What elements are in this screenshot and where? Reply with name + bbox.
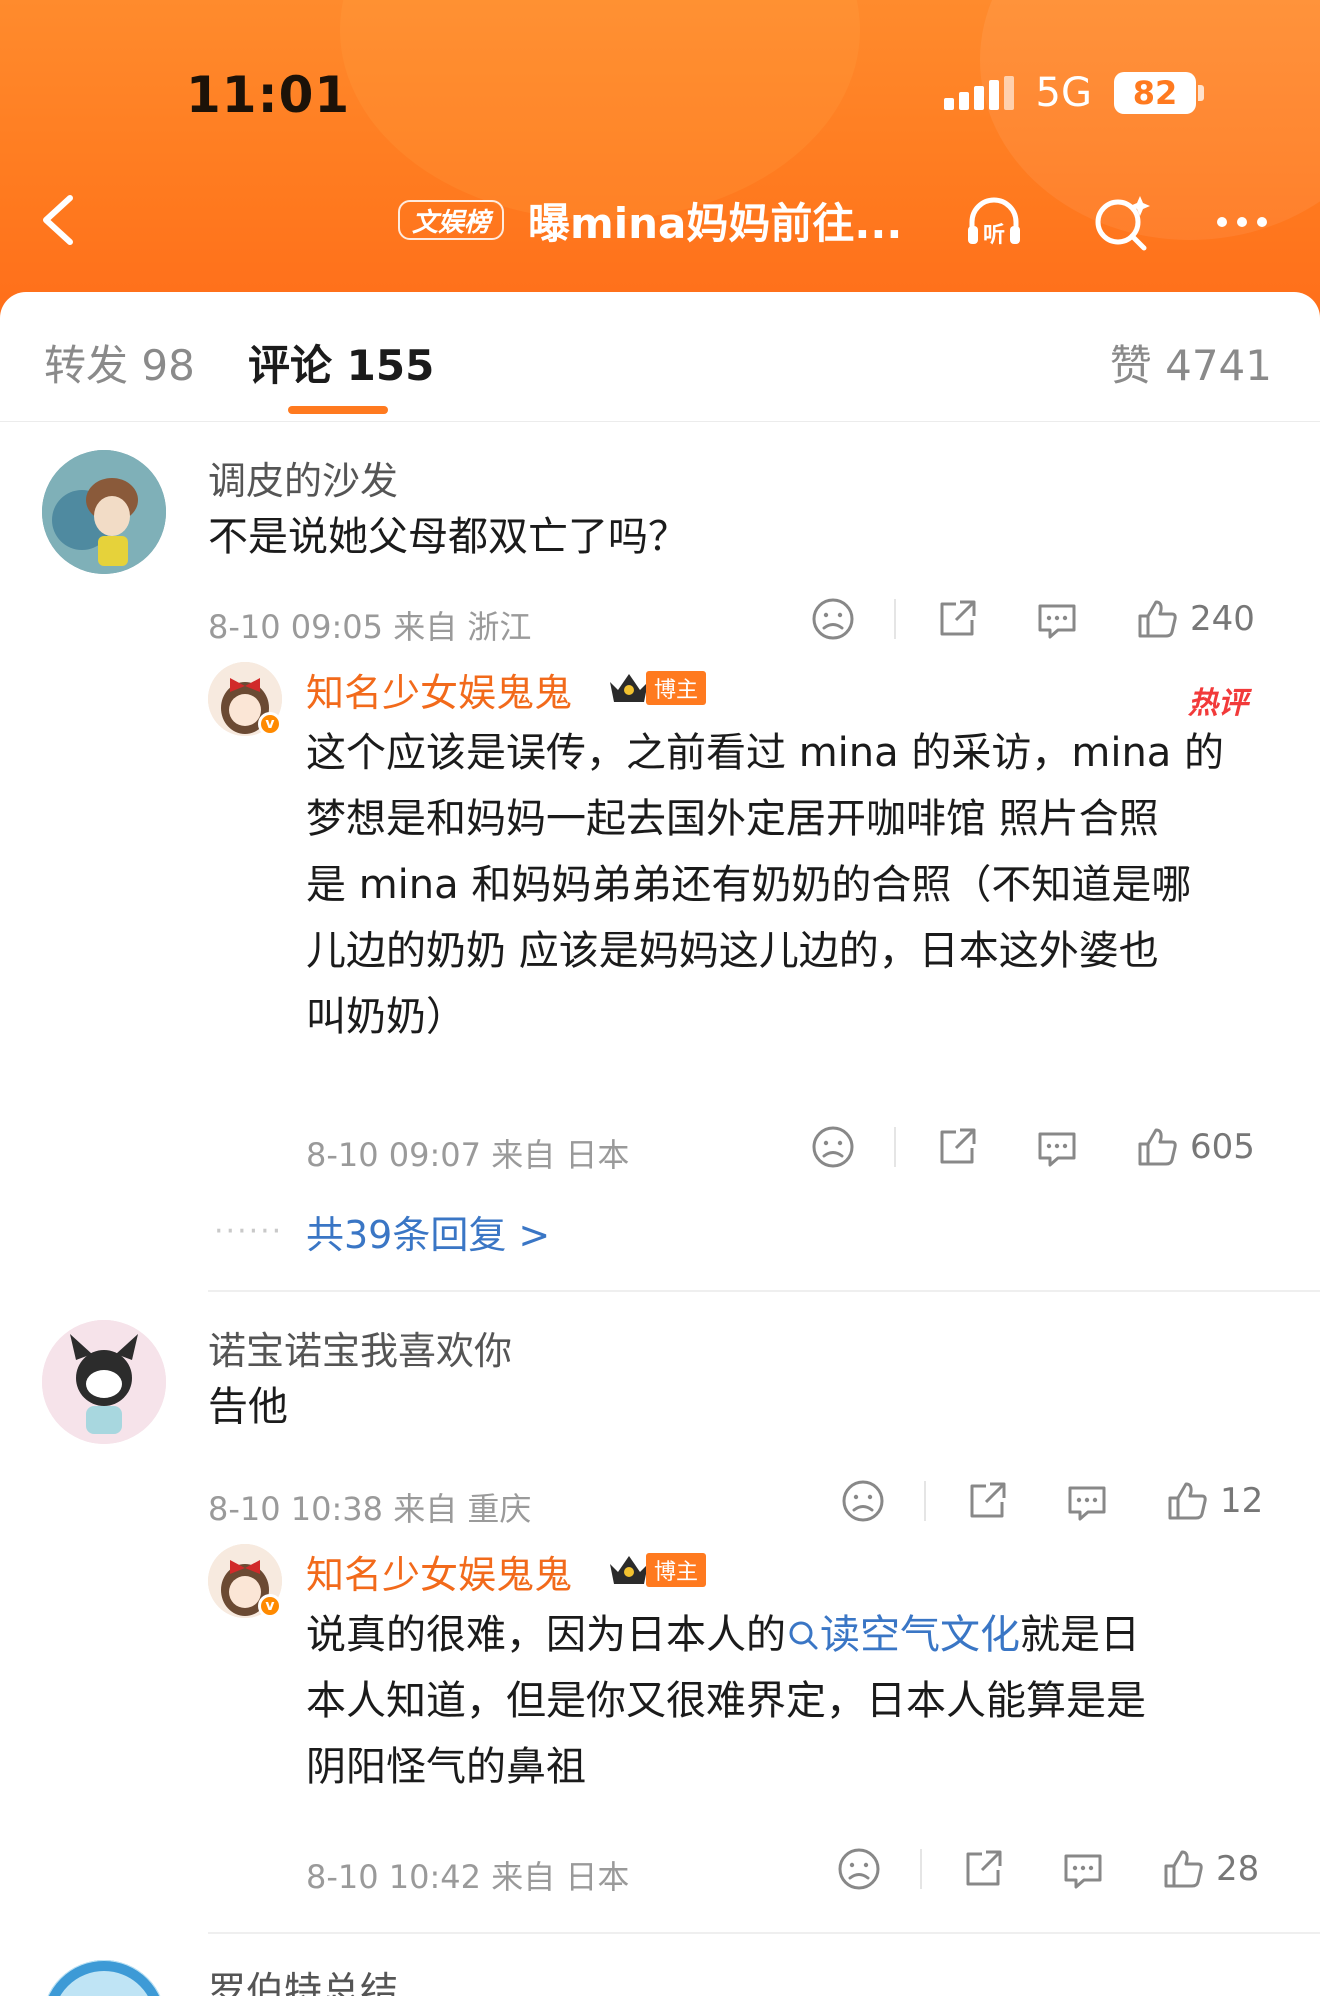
action-divider <box>920 1849 922 1889</box>
reply-text: 说真的很难，因为日本人的 <box>306 1612 786 1658</box>
comment-meta: 8-10 09:05 来自 浙江 <box>208 608 532 646</box>
dislike-face-icon[interactable] <box>810 596 856 642</box>
avatar[interactable] <box>42 1960 166 1996</box>
thumbs-up-icon[interactable] <box>1134 596 1180 642</box>
blogger-medal: 博主 <box>606 1550 707 1590</box>
list-tag[interactable]: 文娱榜 <box>398 200 505 240</box>
thumbs-up-icon[interactable] <box>1160 1846 1206 1892</box>
search-sparkle-icon[interactable] <box>1090 190 1154 254</box>
comments-sheet: 转发 98 评论 155 赞 4741 调皮的沙发 不是说她父母都双亡了吗？ 8… <box>0 292 1320 1996</box>
replies-dots: ······ <box>214 1214 284 1249</box>
reply-text: 就是日 <box>1020 1612 1140 1658</box>
reply-actions: 605 <box>810 1122 1255 1172</box>
listen-headphone-icon[interactable]: 听 <box>962 190 1026 254</box>
comment-item: 调皮的沙发 不是说她父母都双亡了吗？ 8-10 09:05 来自 浙江 240 … <box>0 422 1320 1040</box>
blogger-badge: 博主 <box>646 671 707 705</box>
verified-badge: v <box>258 712 282 736</box>
comment-username[interactable]: 诺宝诺宝我喜欢你 <box>208 1320 512 1375</box>
network-type: 5G <box>1035 70 1092 116</box>
share-icon[interactable] <box>934 596 980 642</box>
thumbs-up-icon[interactable] <box>1134 1124 1180 1170</box>
nav-bar: 文娱榜 曝mina妈妈前往... 听 <box>0 180 1320 260</box>
avatar-image <box>42 450 166 574</box>
more-dots-icon[interactable] <box>1210 190 1274 254</box>
action-divider <box>924 1481 926 1521</box>
avatar-image <box>42 1320 166 1444</box>
verified-badge: v <box>258 1594 282 1618</box>
status-indicators: 5G 82 <box>943 70 1204 116</box>
reply-text-line: 说真的很难，因为日本人的 读空气文化就是日 <box>306 1602 1140 1668</box>
comment-icon[interactable] <box>1060 1846 1106 1892</box>
comment-icon[interactable] <box>1034 596 1080 642</box>
keyword-link[interactable]: 读空气文化 <box>786 1612 1020 1658</box>
back-arrow-icon[interactable] <box>30 188 90 252</box>
comment-username[interactable]: 罗伯特总结 <box>208 1960 398 1996</box>
tab-likes[interactable]: 赞 4741 <box>1110 332 1272 393</box>
signal-icon <box>943 76 1014 110</box>
comment-text: 不是说她父母都双亡了吗？ <box>208 514 688 560</box>
comment-actions: 12 <box>840 1476 1263 1526</box>
reply-actions: 28 <box>836 1844 1259 1894</box>
like-count: 28 <box>1216 1849 1260 1889</box>
like-count: 12 <box>1220 1481 1264 1521</box>
reply-text-line: 这个应该是误传，之前看过 mina 的采访，mina 的 <box>306 730 1225 776</box>
action-divider <box>894 599 896 639</box>
avatar[interactable] <box>42 1320 166 1444</box>
like-count: 605 <box>1190 1127 1255 1167</box>
reply-username[interactable]: 知名少女娱鬼鬼 <box>306 1544 572 1599</box>
dislike-face-icon[interactable] <box>840 1478 886 1524</box>
comment-divider <box>208 1290 1320 1292</box>
reply-text-line: 阴阳怪气的鼻祖 <box>306 1744 586 1790</box>
comment-icon[interactable] <box>1064 1478 1110 1524</box>
reply-text-line: 是 mina 和妈妈弟弟还有奶奶的合照（不知道是哪 <box>306 862 1192 908</box>
tab-repost[interactable]: 转发 98 <box>44 332 195 393</box>
comment-text: 告他 <box>208 1384 288 1430</box>
avatar-image <box>42 1960 166 1996</box>
blogger-medal: 博主 <box>606 668 707 708</box>
avatar[interactable] <box>42 450 166 574</box>
keyword-text[interactable]: 读空气文化 <box>820 1612 1020 1658</box>
reply-text-line: 梦想是和妈妈一起去国外定居开咖啡馆 照片合照 <box>306 796 1159 842</box>
page-title: 曝mina妈妈前往... <box>528 199 903 248</box>
comment-icon[interactable] <box>1034 1124 1080 1170</box>
reply-meta: 8-10 09:07 来自 日本 <box>306 1136 630 1174</box>
thumbs-up-icon[interactable] <box>1164 1478 1210 1524</box>
reply-username[interactable]: 知名少女娱鬼鬼 <box>306 662 572 717</box>
share-icon[interactable] <box>960 1846 1006 1892</box>
reply-text-line: 儿边的奶奶 应该是妈妈这儿边的，日本这外婆也 <box>306 928 1159 974</box>
blogger-badge: 博主 <box>646 1553 707 1587</box>
dislike-face-icon[interactable] <box>810 1124 856 1170</box>
hot-comment-badge: 热评 <box>1188 686 1248 721</box>
comment-actions: 240 <box>810 594 1255 644</box>
tab-bar: 转发 98 评论 155 赞 4741 <box>0 292 1320 422</box>
battery-icon: 82 <box>1114 72 1204 114</box>
like-count: 240 <box>1190 599 1255 639</box>
share-icon[interactable] <box>964 1478 1010 1524</box>
search-icon <box>789 1621 818 1650</box>
reply-text-line: 叫奶奶） <box>306 994 466 1040</box>
reply-meta: 8-10 10:42 来自 日本 <box>306 1858 630 1896</box>
listen-label: 听 <box>983 223 1005 248</box>
dislike-face-icon[interactable] <box>836 1846 882 1892</box>
reply-text-line: 本人知道，但是你又很难界定，日本人能算是是 <box>306 1678 1146 1724</box>
comment-meta: 8-10 10:38 来自 重庆 <box>208 1490 532 1528</box>
share-icon[interactable] <box>934 1124 980 1170</box>
active-tab-indicator <box>288 406 388 414</box>
view-replies-link[interactable]: 共39条回复 > <box>306 1204 550 1259</box>
comment-divider <box>208 1932 1320 1934</box>
tab-comments[interactable]: 评论 155 <box>248 332 434 393</box>
comment-username[interactable]: 调皮的沙发 <box>208 450 398 505</box>
header-bar: 11:01 5G 82 文娱榜 曝mina妈妈前往... 听 <box>0 0 1320 320</box>
action-divider <box>894 1127 896 1167</box>
status-time: 11:01 <box>186 66 351 124</box>
